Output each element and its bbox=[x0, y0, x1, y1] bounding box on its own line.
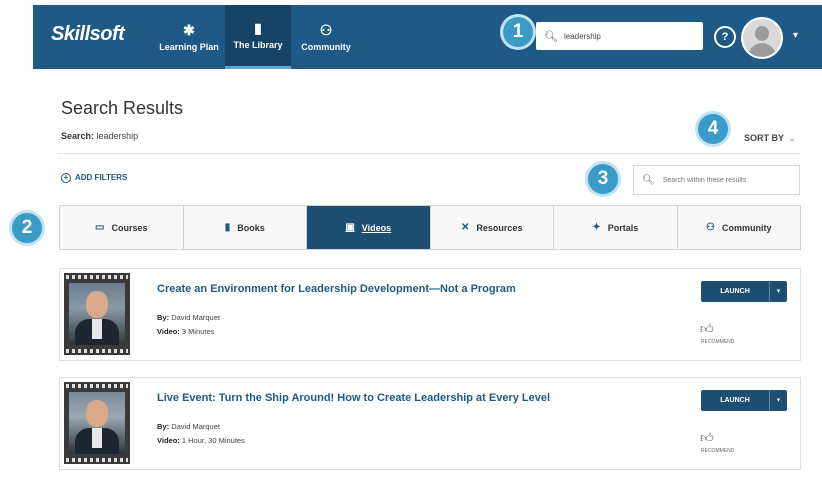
tab-resources[interactable]: ✕ Resources bbox=[431, 206, 554, 249]
author-name: David Marquet bbox=[171, 313, 220, 322]
divider bbox=[58, 153, 800, 154]
nav-learning-plan-label: Learning Plan bbox=[159, 41, 219, 52]
search-within-input[interactable] bbox=[662, 176, 788, 184]
chevron-down-icon[interactable]: ▾ bbox=[770, 281, 787, 302]
result-card: Live Event: Turn the Ship Around! How to… bbox=[59, 377, 801, 470]
avatar-body-shape bbox=[748, 43, 776, 57]
sort-by-dropdown[interactable]: SORT BY ⌄ bbox=[744, 133, 796, 144]
tab-portals[interactable]: ✦ Portals bbox=[554, 206, 678, 249]
skillsoft-logo[interactable]: Skillsoft bbox=[51, 23, 125, 46]
nav-learning-plan[interactable]: ✱ Learning Plan bbox=[155, 5, 223, 69]
recommend-label: RECOMMEND bbox=[701, 448, 735, 454]
duration-value: 3 Minutes bbox=[181, 327, 215, 336]
result-duration-line: Video: 3 Minutes bbox=[157, 327, 214, 336]
plus-circle-icon: + bbox=[61, 173, 71, 183]
top-navigation-bar: Skillsoft ✱ Learning Plan ▮ The Library … bbox=[33, 5, 822, 69]
nav-community[interactable]: ⚇ Community bbox=[293, 5, 359, 69]
people-icon: ⚇ bbox=[319, 21, 333, 38]
nav-the-library[interactable]: ▮ The Library bbox=[225, 5, 291, 69]
tab-portals-label: Portals bbox=[607, 222, 639, 233]
callout-2: 2 bbox=[12, 213, 42, 243]
result-card: Create an Environment for Leadership Dev… bbox=[59, 268, 801, 361]
film-sprockets bbox=[66, 384, 128, 388]
film-sprockets bbox=[66, 275, 128, 279]
video-thumbnail[interactable] bbox=[64, 273, 130, 355]
result-author-line: By: David Marquet bbox=[157, 422, 220, 431]
resources-icon: ✕ bbox=[461, 222, 470, 233]
result-title-link[interactable]: Live Event: Turn the Ship Around! How to… bbox=[157, 392, 550, 404]
global-search-input[interactable] bbox=[563, 31, 684, 41]
chevron-down-icon[interactable]: ▾ bbox=[770, 390, 787, 411]
tab-videos[interactable]: ▣ Videos bbox=[307, 206, 431, 249]
tab-books[interactable]: ▮ Books bbox=[184, 206, 307, 249]
portals-icon: ✦ bbox=[592, 222, 601, 233]
search-summary-label: Search: bbox=[61, 131, 95, 141]
author-name: David Marquet bbox=[171, 422, 220, 431]
avatar-head-shape bbox=[755, 26, 769, 41]
launch-button[interactable]: LAUNCH ▾ bbox=[701, 281, 787, 302]
tab-resources-label: Resources bbox=[476, 222, 523, 233]
result-duration-line: Video: 1 Hour, 30 Minutes bbox=[157, 436, 245, 445]
avatar[interactable] bbox=[741, 17, 783, 59]
tab-community-label: Community bbox=[721, 222, 772, 233]
add-filters-label: ADD FILTERS bbox=[75, 173, 128, 182]
presenter-photo bbox=[69, 283, 125, 345]
search-icon: 🔍︎ bbox=[642, 174, 655, 186]
chevron-down-icon[interactable]: ▾ bbox=[793, 30, 798, 41]
callout-4: 4 bbox=[698, 114, 728, 144]
nav-community-label: Community bbox=[301, 41, 351, 52]
page-title: Search Results bbox=[61, 98, 184, 118]
duration-value: 1 Hour, 30 Minutes bbox=[181, 436, 245, 445]
video-thumbnail[interactable] bbox=[64, 382, 130, 464]
photo-shirt-shape bbox=[92, 319, 102, 339]
callout-3: 3 bbox=[588, 164, 618, 194]
nav-the-library-label: The Library bbox=[233, 40, 283, 50]
duration-label: Video: bbox=[157, 436, 180, 445]
community-icon: ⚇ bbox=[706, 222, 715, 233]
search-summary-term: leadership bbox=[96, 131, 139, 141]
tab-courses[interactable]: ▭ Courses bbox=[60, 206, 184, 249]
courses-icon: ▭ bbox=[95, 222, 105, 233]
search-summary: Search: leadership bbox=[61, 131, 138, 141]
photo-face-shape bbox=[86, 400, 108, 427]
book-icon: ▮ bbox=[254, 20, 262, 36]
help-icon[interactable]: ? bbox=[714, 26, 736, 48]
search-within-box[interactable]: 🔍︎ bbox=[633, 165, 800, 195]
sort-by-label: SORT BY bbox=[744, 133, 784, 143]
photo-shirt-shape bbox=[92, 428, 102, 448]
search-icon: 🔍︎ bbox=[544, 30, 558, 43]
result-title-link[interactable]: Create an Environment for Leadership Dev… bbox=[157, 283, 516, 295]
photo-face-shape bbox=[86, 291, 108, 318]
videos-icon: ▣ bbox=[345, 222, 355, 233]
tab-books-label: Books bbox=[237, 222, 265, 233]
launch-label: LAUNCH bbox=[701, 390, 770, 411]
film-sprockets bbox=[66, 458, 128, 462]
result-author-line: By: David Marquet bbox=[157, 313, 220, 322]
author-label: By: bbox=[157, 422, 170, 431]
launch-button[interactable]: LAUNCH ▾ bbox=[701, 390, 787, 411]
content-type-tabs: ▭ Courses ▮ Books ▣ Videos ✕ Resources ✦… bbox=[59, 205, 801, 250]
presenter-photo bbox=[69, 392, 125, 454]
film-sprockets bbox=[66, 349, 128, 353]
chevron-down-icon: ⌄ bbox=[788, 133, 796, 143]
books-icon: ▮ bbox=[224, 222, 231, 233]
tab-community[interactable]: ⚇ Community bbox=[678, 206, 801, 249]
thumbs-up-icon[interactable]: 👍︎ bbox=[700, 430, 714, 446]
recommend-label: RECOMMEND bbox=[701, 339, 735, 345]
puzzle-icon: ✱ bbox=[183, 21, 195, 38]
tab-videos-label: Videos bbox=[361, 222, 392, 233]
thumbs-up-icon[interactable]: 👍︎ bbox=[700, 321, 714, 337]
global-search-box[interactable]: 🔍︎ bbox=[536, 22, 703, 50]
tab-courses-label: Courses bbox=[111, 222, 148, 233]
callout-1: 1 bbox=[503, 17, 533, 47]
add-filters-button[interactable]: + ADD FILTERS bbox=[61, 173, 127, 183]
launch-label: LAUNCH bbox=[701, 281, 770, 302]
author-label: By: bbox=[157, 313, 170, 322]
duration-label: Video: bbox=[157, 327, 180, 336]
